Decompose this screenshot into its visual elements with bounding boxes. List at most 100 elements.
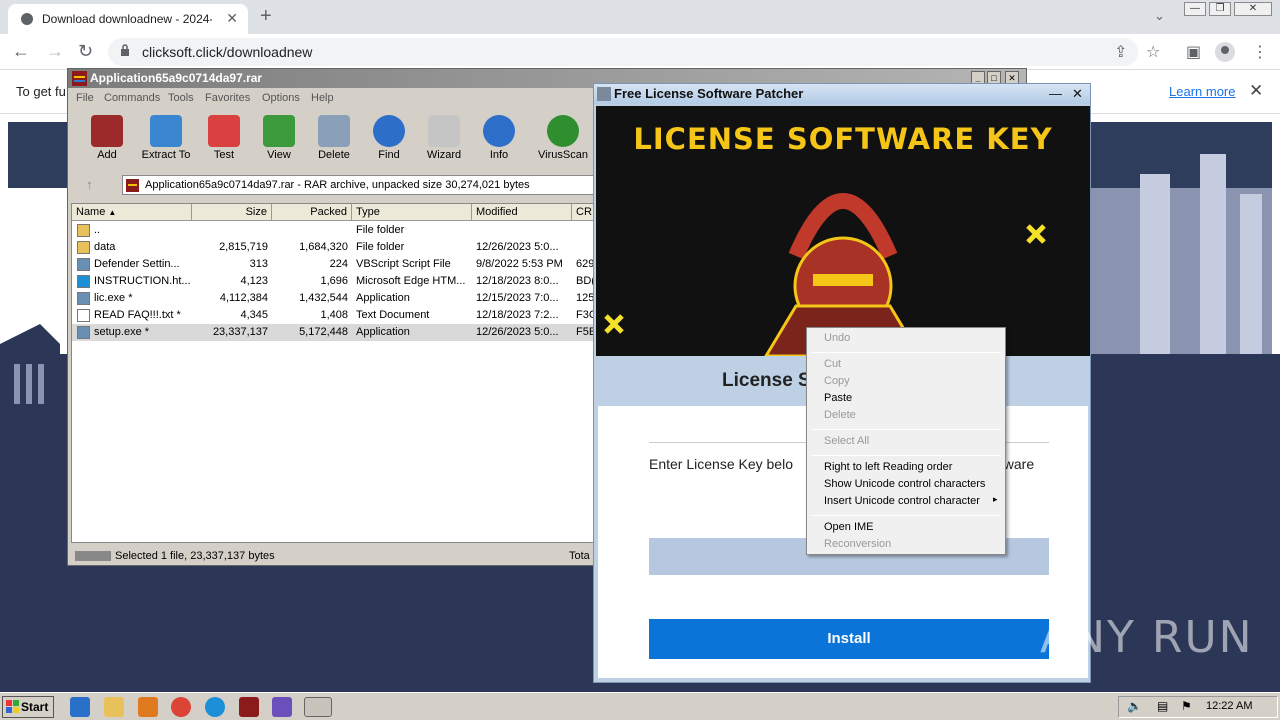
folder-icon: [150, 115, 182, 147]
file-type-cell: File folder: [356, 224, 405, 236]
bug-icon: [547, 115, 579, 147]
file-packed-cell: 1,408: [320, 309, 348, 321]
file-crc-cell: BD(: [576, 275, 594, 287]
menu-select-all[interactable]: Select All: [824, 435, 869, 447]
file-row[interactable]: Defender Settin... 313 224 VBScript Script …: [72, 256, 593, 273]
add-label: Add: [97, 149, 117, 161]
close-window-button[interactable]: ✕: [1234, 2, 1272, 16]
reload-icon[interactable]: ↻: [78, 41, 93, 62]
menu-paste[interactable]: Paste: [824, 392, 852, 404]
status-bar: Selected 1 file, 23,337,137 bytes Tota: [71, 547, 594, 565]
archive-path-text: Application65a9c0714da97.rar - RAR archi…: [145, 179, 530, 191]
forward-icon[interactable]: →: [46, 41, 64, 62]
col-name-header[interactable]: Name ▲: [72, 204, 192, 221]
col-size-header[interactable]: Size: [192, 204, 272, 221]
chrome-taskbar-icon[interactable]: [171, 697, 191, 717]
install-button[interactable]: Install: [649, 619, 1049, 659]
explorer-taskbar-icon[interactable]: [104, 697, 124, 717]
bookmark-star-icon[interactable]: ☆: [1146, 42, 1160, 62]
taskbar: Start 🔈 ▤ ⚑ 12:22 AM: [0, 692, 1280, 720]
view-label: View: [267, 149, 291, 161]
patcher-subtitle: License S: [722, 370, 811, 391]
menu-separator: [811, 429, 1001, 430]
rar-file-icon: [126, 179, 139, 192]
address-bar[interactable]: clicksoft.click/downloadnew: [108, 38, 1138, 66]
col-crc-header[interactable]: CR: [572, 204, 593, 221]
col-packed-header[interactable]: Packed: [272, 204, 352, 221]
profile-avatar-icon[interactable]: [1215, 42, 1235, 62]
network-icon[interactable]: ▤: [1157, 699, 1168, 713]
file-row[interactable]: lic.exe * 4,112,384 1,432,544 Application 12…: [72, 290, 593, 307]
file-row[interactable]: .. File folder: [72, 222, 593, 239]
menu-file[interactable]: File: [76, 92, 94, 104]
delete-button[interactable]: Delete: [305, 111, 363, 169]
tab-close-icon[interactable]: ✕: [226, 10, 238, 27]
virusscan-button[interactable]: VirusScan: [534, 111, 592, 169]
winrar-title-text: Application65a9c0714da97.rar: [90, 71, 263, 85]
back-icon[interactable]: ←: [12, 41, 30, 62]
browser-tab[interactable]: Download downloadnew - 2024-01- ✕: [8, 4, 248, 34]
volume-icon[interactable]: 🔈: [1127, 699, 1142, 713]
edge-taskbar-icon[interactable]: [205, 697, 225, 717]
test-label: Test: [213, 149, 235, 161]
menu-show-unicode[interactable]: Show Unicode control characters: [824, 478, 985, 490]
add-button[interactable]: Add: [78, 111, 136, 169]
file-modified-cell: 9/8/2022 5:53 PM: [476, 258, 563, 270]
minimize-button[interactable]: —: [1184, 2, 1206, 16]
patcher-close-button[interactable]: ✕: [1072, 84, 1083, 104]
learn-more-link[interactable]: Learn more: [1169, 84, 1235, 99]
menu-rtl-reading-order[interactable]: Right to left Reading order: [824, 461, 952, 473]
restore-button[interactable]: ❐: [1209, 2, 1231, 16]
samurai-mascot-icon: [604, 193, 1046, 356]
menu-help[interactable]: Help: [311, 92, 334, 104]
file-name-cell: lic.exe *: [94, 292, 133, 304]
test-button[interactable]: Test: [195, 111, 253, 169]
menu-insert-unicode[interactable]: Insert Unicode control character: [824, 495, 980, 507]
menu-tools[interactable]: Tools: [168, 92, 194, 104]
tab-search-icon[interactable]: ⌄: [1154, 8, 1165, 24]
file-size-cell: 313: [249, 258, 268, 270]
col-modified-header[interactable]: Modified: [472, 204, 572, 221]
file-row[interactable]: READ FAQ!!!.txt * 4,345 1,408 Text Document…: [72, 307, 593, 324]
virusscan-label: VirusScan: [538, 149, 588, 161]
file-modified-cell: 12/15/2023 7:0...: [476, 292, 559, 304]
info-button[interactable]: Info: [470, 111, 528, 169]
wizard-button[interactable]: Wizard: [415, 111, 473, 169]
start-button[interactable]: Start: [2, 696, 54, 718]
menu-commands[interactable]: Commands: [104, 92, 160, 104]
patcher-title-bar[interactable]: Free License Software Patcher — ✕: [594, 84, 1090, 104]
menu-favorites[interactable]: Favorites: [205, 92, 250, 104]
media-player-taskbar-icon[interactable]: [138, 697, 158, 717]
menu-cut[interactable]: Cut: [824, 358, 841, 370]
file-modified-cell: 12/26/2023 5:0...: [476, 326, 559, 338]
ie-taskbar-icon[interactable]: [70, 697, 90, 717]
winrar-taskbar-icon[interactable]: [239, 697, 259, 717]
view-button[interactable]: View: [250, 111, 308, 169]
menu-delete[interactable]: Delete: [824, 409, 856, 421]
share-icon[interactable]: ⇪: [1114, 42, 1127, 62]
infobar-close-icon[interactable]: ✕: [1249, 81, 1263, 101]
patcher-taskbar-button[interactable]: [304, 697, 332, 717]
menu-options[interactable]: Options: [262, 92, 300, 104]
up-folder-icon[interactable]: ↑: [86, 177, 93, 192]
file-row[interactable]: INSTRUCTION.ht... 4,123 1,696 Microsoft Edg…: [72, 273, 594, 290]
menu-undo[interactable]: Undo: [824, 332, 850, 344]
submenu-arrow-icon: ▸: [993, 494, 998, 504]
vpn-taskbar-icon[interactable]: [272, 697, 292, 717]
flag-icon[interactable]: ⚑: [1181, 699, 1192, 713]
file-modified-cell: 12/26/2023 5:0...: [476, 241, 559, 253]
new-tab-button[interactable]: +: [260, 5, 272, 28]
file-row[interactable]: setup.exe * 23,337,137 5,172,448 Applicatio…: [72, 324, 593, 341]
side-panel-icon[interactable]: ▣: [1186, 42, 1201, 62]
col-type-header[interactable]: Type: [352, 204, 472, 221]
file-row[interactable]: data 2,815,719 1,684,320 File folder 12/26/2…: [72, 239, 593, 256]
patcher-minimize-button[interactable]: —: [1049, 84, 1062, 104]
archive-path-field[interactable]: Application65a9c0714da97.rar - RAR archi…: [122, 175, 602, 195]
menu-open-ime[interactable]: Open IME: [824, 521, 874, 533]
menu-reconversion[interactable]: Reconversion: [824, 538, 891, 550]
menu-copy[interactable]: Copy: [824, 375, 850, 387]
extract-to-button[interactable]: Extract To: [137, 111, 195, 169]
file-size-cell: 4,123: [240, 275, 268, 287]
find-button[interactable]: Find: [360, 111, 418, 169]
chrome-menu-icon[interactable]: ⋮: [1252, 42, 1268, 62]
